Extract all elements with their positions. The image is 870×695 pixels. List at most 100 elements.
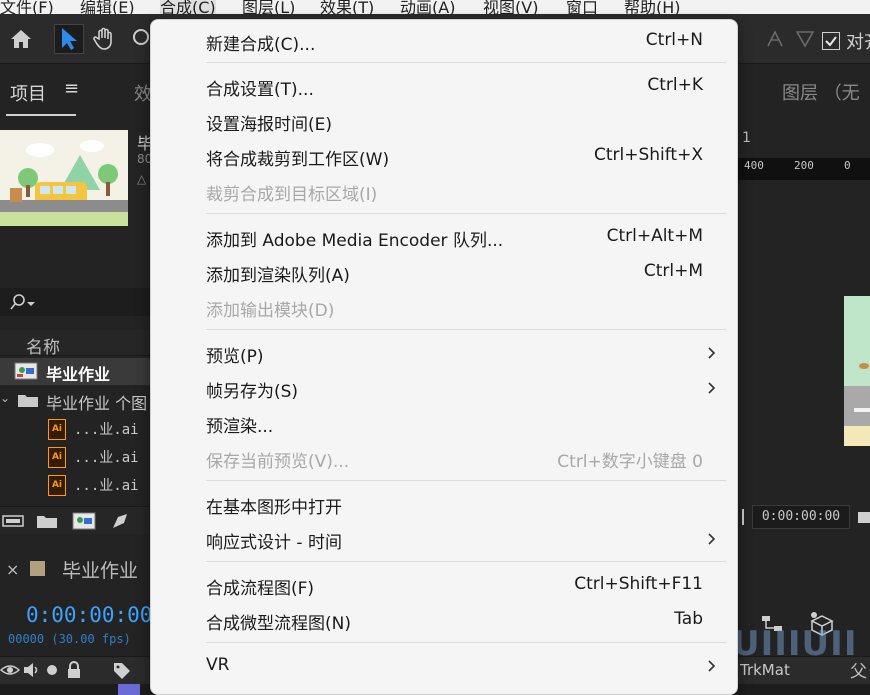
list-item-label: ...业.ai [74, 450, 139, 466]
menu-item-add-to-render-queue[interactable]: 添加到渲染队列(A) Ctrl+M [151, 255, 737, 289]
menu-window[interactable]: 窗口 [566, 0, 598, 14]
close-icon[interactable]: × [6, 560, 19, 579]
menu-composition[interactable]: 合成(C) [160, 0, 216, 14]
list-item[interactable]: Ai ...业.ai [0, 416, 150, 443]
tab-timeline-comp[interactable]: 毕业作业 [62, 556, 138, 583]
speaker-icon[interactable] [22, 662, 40, 678]
menu-help[interactable]: 帮助(H) [624, 0, 681, 14]
menu-item-vr[interactable]: VR [151, 649, 737, 683]
menu-view[interactable]: 视图(V) [483, 0, 538, 14]
menu-item-shortcut: Ctrl+N [645, 30, 703, 50]
menu-item-label: 添加到 Adobe Media Encoder 队列... [206, 231, 504, 251]
composition-viewer[interactable] [844, 296, 870, 446]
region-of-interest-icon[interactable] [742, 508, 750, 526]
chevron-down-icon[interactable]: ⌄ [0, 391, 10, 405]
menu-item-composition-settings[interactable]: 合成设置(T)... Ctrl+K [151, 69, 737, 103]
menu-separator [206, 561, 726, 562]
ruler-tick-label: 400 [744, 159, 764, 172]
puppet-icon [767, 30, 783, 47]
project-column-header: 名称 [0, 330, 150, 358]
tab-project[interactable]: 项目 [10, 80, 46, 106]
puppet-tool-button[interactable] [760, 24, 790, 54]
folder-icon [18, 395, 38, 407]
list-item[interactable]: ⌄ 毕业作业 个图 [0, 387, 150, 414]
menu-item-label: 响应式设计 - 时间 [206, 533, 342, 553]
ruler-tick-label: 0 [844, 159, 851, 172]
menu-item-label: 合成设置(T)... [206, 80, 314, 100]
illustrator-file-icon: Ai [48, 419, 66, 440]
hand-tool-button[interactable] [90, 24, 120, 54]
project-search-input[interactable] [0, 288, 150, 316]
lock-icon[interactable] [66, 661, 82, 679]
snap-checkbox[interactable] [822, 32, 840, 50]
pin-tool-button[interactable] [790, 24, 820, 54]
viewer-timecode-field[interactable]: 0:00:00:00 [752, 505, 850, 529]
camera-icon[interactable] [858, 508, 870, 526]
label-tag-icon[interactable] [112, 661, 132, 679]
list-item[interactable]: Ai ...业.ai [0, 444, 150, 471]
home-button[interactable] [6, 24, 36, 54]
menu-item-add-to-media-encoder[interactable]: 添加到 Adobe Media Encoder 队列... Ctrl+Alt+M [151, 220, 737, 254]
menu-effect[interactable]: 效果(T) [320, 0, 374, 14]
menu-item-new-composition[interactable]: 新建合成(C)... Ctrl+N [151, 24, 737, 58]
list-item-label: ...业.ai [74, 478, 139, 494]
ruler-frame-number: 1 [742, 130, 751, 146]
chevron-right-icon [708, 347, 716, 359]
project-panel-tabs: 项目 ≡ 效 [0, 66, 152, 118]
frame-count-display: 00000 (30.00 fps) [8, 632, 131, 646]
new-composition-icon[interactable] [72, 512, 96, 530]
pin-icon [795, 31, 815, 48]
illustrator-file-icon: Ai [48, 447, 66, 468]
menu-item-preview[interactable]: 预览(P) [151, 336, 737, 370]
tab-layer[interactable]: 图层 （无 [782, 79, 860, 105]
menu-item-save-current-preview: 保存当前预览(V)... Ctrl+数字小键盘 0 [151, 441, 737, 475]
menu-item-open-in-essential-graphics[interactable]: 在基本图形中打开 [151, 487, 737, 521]
menu-file[interactable]: 文件(F) [0, 0, 54, 14]
menu-item-label: VR [206, 655, 230, 675]
home-icon [11, 30, 31, 48]
menu-item-composition-mini-flowchart[interactable]: 合成微型流程图(N) Tab [151, 603, 737, 637]
menu-item-pre-render[interactable]: 预渲染... [151, 406, 737, 440]
list-item[interactable]: 毕业作业 [0, 358, 150, 385]
thumbnail-illustration [0, 130, 128, 226]
menu-item-set-poster-time[interactable]: 设置海报时间(E) [151, 104, 737, 138]
comp-duration-truncated: △ [137, 172, 147, 186]
menu-item-add-output-module: 添加输出模块(D) [151, 290, 737, 324]
menu-item-save-frame-as[interactable]: 帧另存为(S) [151, 371, 737, 405]
menu-item-composition-flowchart[interactable]: 合成流程图(F) Ctrl+Shift+F11 [151, 568, 737, 602]
search-icon [10, 294, 35, 310]
list-item-label: 毕业作业 个图 [46, 394, 148, 413]
menu-item-responsive-design-time[interactable]: 响应式设计 - 时间 [151, 522, 737, 556]
menu-item-label: 合成微型流程图(N) [206, 614, 351, 634]
menu-item-label: 添加到渲染队列(A) [206, 266, 350, 286]
selection-tool-button[interactable] [54, 24, 84, 54]
menu-animation[interactable]: 动画(A) [400, 0, 455, 14]
time-ruler[interactable]: 400 200 0 [738, 158, 870, 180]
chevron-right-icon [708, 533, 716, 545]
menu-item-label: 裁剪合成到目标区域(I) [206, 185, 378, 205]
watermark-logo-text: UIIIUII [732, 624, 858, 664]
pen-nib-icon[interactable] [110, 511, 130, 531]
arrow-pointer-icon [62, 28, 77, 50]
solo-dot-icon[interactable] [46, 664, 58, 676]
list-item[interactable]: Ai ...业.ai [0, 472, 150, 499]
menu-item-label: 在基本图形中打开 [206, 498, 342, 518]
menu-item-shortcut: Ctrl+M [643, 261, 703, 281]
menu-separator [206, 213, 726, 214]
ruler-tick-label: 200 [794, 159, 814, 172]
new-folder-icon[interactable] [36, 513, 58, 529]
menu-layer[interactable]: 图层(L) [242, 0, 295, 14]
menu-item-trim-to-work-area[interactable]: 将合成裁剪到工作区(W) Ctrl+Shift+X [151, 139, 737, 173]
composition-icon [14, 362, 38, 380]
active-tab-indicator [6, 114, 76, 116]
current-time-display[interactable]: 0:00:00:00 [26, 603, 152, 627]
menu-item-label: 预渲染... [206, 417, 274, 437]
menu-edit[interactable]: 编辑(E) [80, 0, 135, 14]
ae-window: 文件(F) 编辑(E) 合成(C) 图层(L) 效果(T) 动画(A) 视图(V… [0, 0, 870, 695]
interpret-footage-icon[interactable] [2, 513, 24, 529]
eye-icon[interactable] [0, 662, 20, 678]
menu-item-label: 将合成裁剪到工作区(W) [206, 150, 390, 170]
panel-menu-icon[interactable]: ≡ [64, 78, 79, 99]
menu-item-label: 帧另存为(S) [206, 382, 299, 402]
column-name-header[interactable]: 名称 [26, 333, 60, 358]
